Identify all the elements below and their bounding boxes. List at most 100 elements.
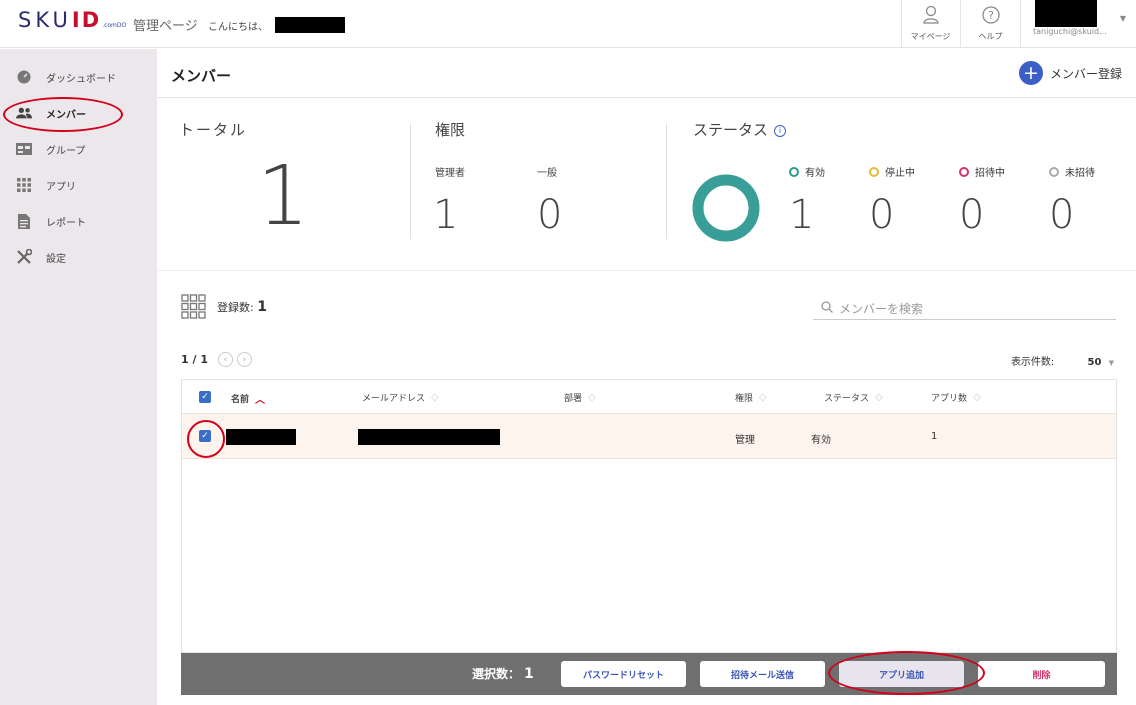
prev-page-button[interactable]: ‹ <box>217 352 233 367</box>
apps-grid-icon <box>16 177 32 193</box>
user-icon <box>923 5 939 24</box>
row-checkbox[interactable]: ✓ <box>199 430 211 442</box>
bulk-action-bar: 選択数： 1 パスワードリセット 招待メール送信 アプリ追加 削除 <box>181 653 1117 695</box>
selected-label: 選択数： <box>472 667 521 681</box>
help-label: ヘルプ <box>978 32 1003 41</box>
status-suspended-value: 0 <box>869 192 895 238</box>
total-value: 1 <box>257 149 310 244</box>
next-page-button[interactable]: › <box>236 352 252 367</box>
select-all-checkbox[interactable]: ✓ <box>199 391 211 403</box>
sidebar-item-label: 設定 <box>46 253 66 265</box>
legend-label: 有効 <box>805 168 825 179</box>
selected-value: 1 <box>524 666 534 682</box>
password-reset-button[interactable]: パスワードリセット <box>561 661 686 687</box>
redacted-username <box>275 17 345 33</box>
per-page-label: 表示件数: <box>1010 357 1055 368</box>
legend-label: 招待中 <box>975 168 1005 179</box>
sort-icon: ◇ <box>759 392 767 403</box>
add-app-button[interactable]: アプリ追加 <box>839 661 964 687</box>
search-placeholder: メンバーを検索 <box>839 301 924 316</box>
sidebar-item-group[interactable]: グループ <box>0 131 157 167</box>
search-icon <box>821 300 833 316</box>
greeting-text: こんにちは、 <box>208 22 268 33</box>
grid-view-icon <box>181 294 206 319</box>
divider <box>157 270 1136 271</box>
sidebar-item-label: アプリ <box>46 181 76 193</box>
divider <box>410 123 411 239</box>
send-invite-button[interactable]: 招待メール送信 <box>700 661 825 687</box>
column-label: アプリ数 <box>931 394 968 404</box>
member-search-input[interactable]: メンバーを検索 <box>813 297 1116 320</box>
logo-id-text: ID <box>71 8 102 32</box>
info-icon[interactable]: i <box>774 124 787 137</box>
status-active-value: 1 <box>789 192 815 238</box>
status-title-text: ステータス <box>693 121 769 139</box>
column-department[interactable]: 部署 ◇ <box>564 391 596 404</box>
member-count: 登録数: 1 <box>217 299 267 315</box>
column-label: 権限 <box>735 394 754 404</box>
column-label: 部署 <box>564 394 583 404</box>
divider <box>666 123 667 239</box>
per-page-select[interactable]: 表示件数: 50 ▼ <box>1011 353 1114 368</box>
user-menu[interactable]: taniguchi@skuid... ▼ <box>1020 0 1136 48</box>
sidebar-item-apps[interactable]: アプリ <box>0 167 157 203</box>
admin-value: 1 <box>433 192 459 238</box>
column-label: ステータス <box>824 394 870 404</box>
column-app-count[interactable]: アプリ数 ◇ <box>931 391 981 404</box>
row-rights: 管理 <box>735 435 755 446</box>
status-title: ステータス i <box>693 119 787 140</box>
svg-text:?: ? <box>988 9 994 22</box>
pagination: 1 / 1 ‹ › <box>181 352 252 367</box>
column-email[interactable]: メールアドレス ◇ <box>362 391 439 404</box>
sidebar-item-dashboard[interactable]: ダッシュボード <box>0 59 157 95</box>
add-member-label: メンバー登録 <box>1049 66 1122 81</box>
mypage-button[interactable]: マイページ <box>901 0 959 48</box>
page-indicator: 1 / 1 <box>181 353 208 366</box>
redacted-member-email <box>358 429 500 445</box>
status-donut-chart <box>692 174 760 242</box>
add-member-button[interactable]: + メンバー登録 <box>1018 61 1122 85</box>
sort-asc-icon: ︿ <box>255 395 266 406</box>
sidebar-item-members[interactable]: メンバー <box>0 95 157 131</box>
user-email: taniguchi@skuid... <box>1033 27 1107 36</box>
rights-title: 権限 <box>435 121 466 139</box>
dashboard-icon <box>16 69 32 85</box>
general-label: 一般 <box>537 168 557 179</box>
status-legend-uninvited: 未招待 <box>1049 164 1095 179</box>
sidebar-item-report[interactable]: レポート <box>0 203 157 239</box>
sidebar-item-label: グループ <box>46 145 86 157</box>
column-label: メールアドレス <box>362 394 426 404</box>
logo-text: SKU <box>18 8 72 32</box>
count-label-text: 登録数: <box>217 301 254 314</box>
sort-icon: ◇ <box>431 392 439 403</box>
members-icon <box>16 105 32 121</box>
legend-label: 停止中 <box>885 168 915 179</box>
mypage-label: マイページ <box>910 32 951 41</box>
sidebar-item-settings[interactable]: 設定 <box>0 239 157 275</box>
status-dot-icon <box>1049 166 1059 177</box>
sort-icon: ◇ <box>588 392 596 403</box>
status-dot-icon <box>869 166 879 177</box>
column-name[interactable]: 名前 ︿ <box>231 391 265 406</box>
status-legend-invited: 招待中 <box>959 164 1005 179</box>
status-invited-value: 0 <box>959 192 985 238</box>
chevron-down-icon: ▼ <box>1108 359 1114 367</box>
chevron-down-icon: ▼ <box>1119 14 1126 23</box>
sidebar-item-label: ダッシュボード <box>46 73 116 85</box>
sidebar-item-label: メンバー <box>46 109 86 121</box>
skuid-logo[interactable]: SKUID.comDO <box>18 8 126 32</box>
delete-button[interactable]: 削除 <box>978 661 1105 687</box>
top-header: SKUID.comDO 管理ページ こんにちは、 マイページ ? ヘルプ tan… <box>0 0 1136 48</box>
status-dot-icon <box>789 166 799 177</box>
help-button[interactable]: ? ヘルプ <box>960 0 1020 48</box>
selected-count: 選択数： 1 <box>472 665 534 682</box>
members-table: ✓ 名前 ︿ メールアドレス ◇ 部署 ◇ 権限 ◇ ステータス ◇ アプリ数 ◇ ✓ <box>181 379 1117 653</box>
count-value: 1 <box>257 299 267 315</box>
column-rights[interactable]: 権限 ◇ <box>735 391 767 404</box>
group-icon <box>16 141 32 157</box>
table-row[interactable]: ✓ 管理 有効 1 <box>182 414 1116 459</box>
sort-icon: ◇ <box>973 392 981 403</box>
legend-label: 未招待 <box>1065 168 1095 179</box>
column-status[interactable]: ステータス ◇ <box>824 391 883 404</box>
main-content: メンバー + メンバー登録 トータル 1 権限 管理者 一般 1 0 ステータス… <box>157 49 1136 705</box>
